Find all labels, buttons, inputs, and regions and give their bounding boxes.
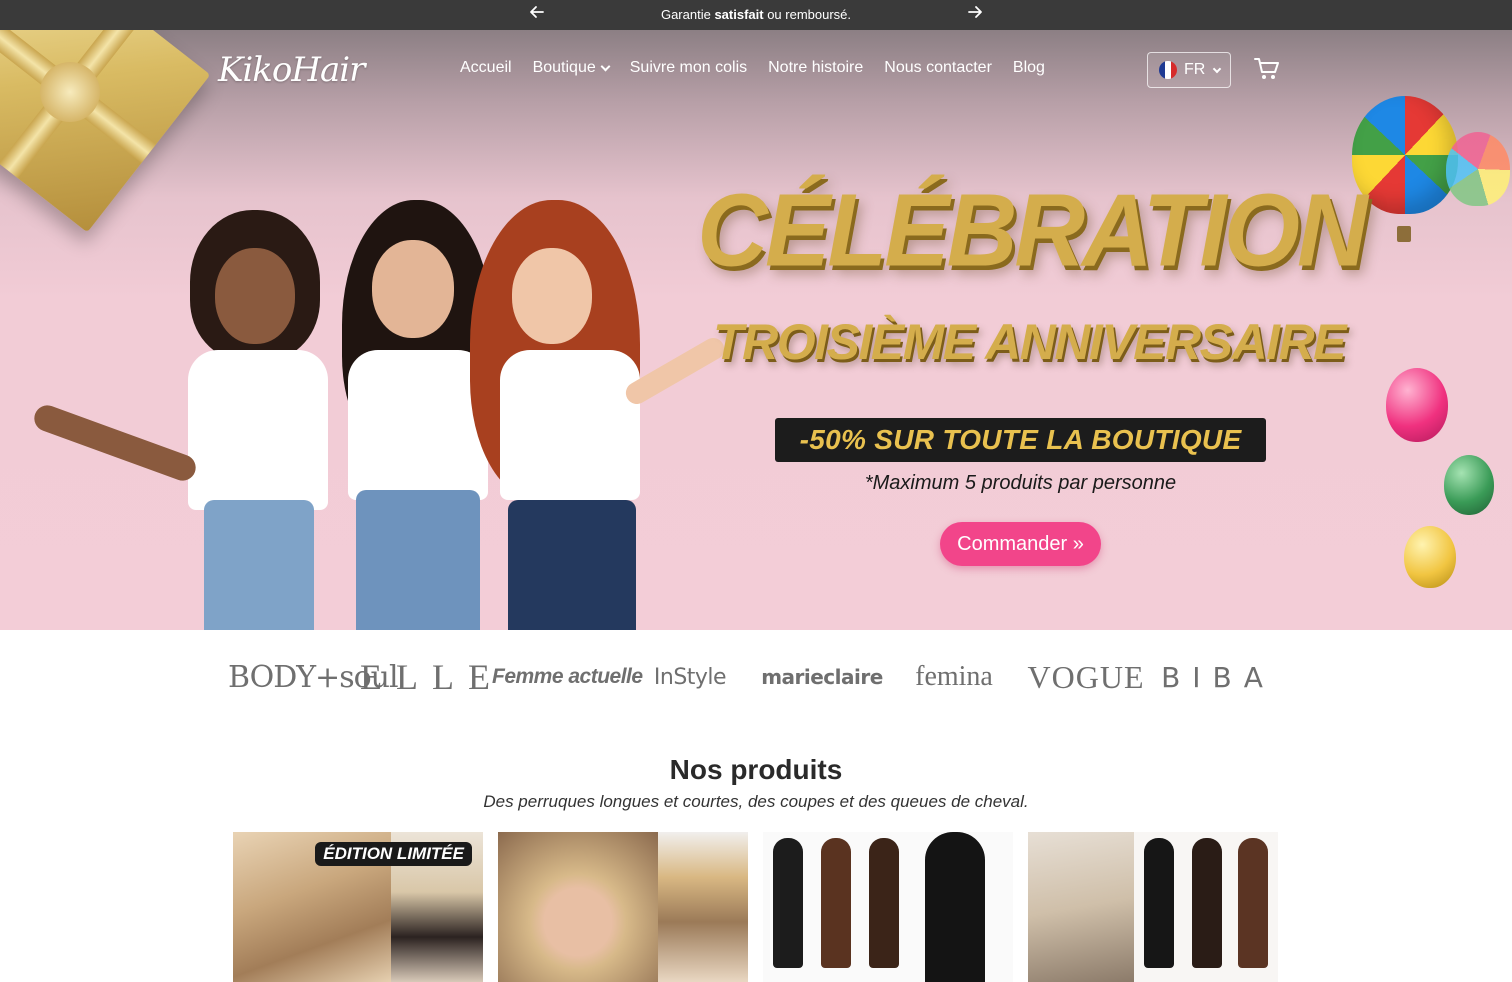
hero-subheadline: TROISIÈME ANNIVERSAIRE <box>713 314 1346 370</box>
hero-headline: CÉLÉBRATION <box>697 172 1368 288</box>
chevron-down-icon <box>600 61 611 71</box>
limited-edition-badge: ÉDITION LIMITÉE <box>315 842 472 866</box>
press-logo-instyle: InStyle <box>653 664 727 690</box>
announcement-bar: Garantie satisfait ou remboursé. <box>0 0 1512 30</box>
nav-item-notre-histoire[interactable]: Notre histoire <box>768 59 863 77</box>
site-logo[interactable]: KikoHair <box>218 50 365 90</box>
press-logo-marie-claire: marieclaire <box>761 665 883 689</box>
product-image <box>498 832 658 982</box>
green-balloon-image <box>1444 455 1494 515</box>
nav-item-label: Notre histoire <box>768 59 864 76</box>
products-title: Nos produits <box>669 754 843 785</box>
press-logo-femme-actuelle: Femme actuelle <box>492 665 643 688</box>
product-image <box>1028 832 1134 982</box>
promo-banner: -50% SUR TOUTE LA BOUTIQUE <box>775 418 1266 462</box>
balloon-basket-image <box>1397 226 1411 242</box>
main-nav: Accueil Boutique Suivre mon colis Notre … <box>460 59 1045 77</box>
product-card[interactable]: ÉDITION LIMITÉE <box>233 832 483 982</box>
nav-item-blog[interactable]: Blog <box>1013 59 1045 77</box>
product-grid: ÉDITION LIMITÉE <box>233 832 1278 982</box>
nav-item-contact[interactable]: Nous contacter <box>884 59 992 77</box>
press-logo-body-soul: BODY+soul <box>228 659 399 695</box>
language-label: FR <box>1184 61 1206 78</box>
language-selector[interactable]: FR <box>1147 52 1231 88</box>
yellow-balloon-image <box>1404 526 1456 588</box>
hero-models-image <box>30 200 729 630</box>
product-card[interactable] <box>498 832 748 982</box>
france-flag-icon <box>1159 61 1177 79</box>
nav-item-label: Blog <box>1012 59 1045 76</box>
announcement-text: Garantie satisfait ou remboursé. <box>660 7 852 22</box>
press-logo-vogue: VOGUE <box>1027 658 1145 695</box>
nav-item-boutique[interactable]: Boutique <box>532 59 611 77</box>
promo-note: *Maximum 5 produits par personne <box>864 472 1177 494</box>
press-logo-elle: ELLE <box>360 657 504 697</box>
press-logos: BODY+soul ELLE Femme actuelle InStyle ma… <box>228 652 1284 702</box>
arrow-right-icon[interactable] <box>964 4 986 26</box>
products-subtitle: Des perruques longues et courtes, des co… <box>483 792 1029 811</box>
hero-banner: KikoHair Accueil Boutique Suivre mon col… <box>0 30 1512 630</box>
chevron-down-icon <box>1213 64 1222 73</box>
press-logo-femina: femina <box>915 661 993 692</box>
order-button[interactable]: Commander » <box>940 522 1101 566</box>
product-card[interactable] <box>1028 832 1278 982</box>
nav-item-label: Suivre mon colis <box>629 59 748 76</box>
nav-item-accueil[interactable]: Accueil <box>460 59 512 77</box>
press-logo-biba: BIBA <box>1161 660 1275 694</box>
nav-item-suivre-colis[interactable]: Suivre mon colis <box>630 59 747 77</box>
cart-icon[interactable] <box>1254 57 1280 81</box>
nav-item-label: Accueil <box>460 59 512 76</box>
pink-balloon-image <box>1386 368 1448 442</box>
nav-item-label: Nous contacter <box>884 59 992 76</box>
hot-air-balloon-small-image <box>1446 132 1510 206</box>
product-card[interactable] <box>763 832 1013 982</box>
nav-item-label: Boutique <box>532 59 596 76</box>
